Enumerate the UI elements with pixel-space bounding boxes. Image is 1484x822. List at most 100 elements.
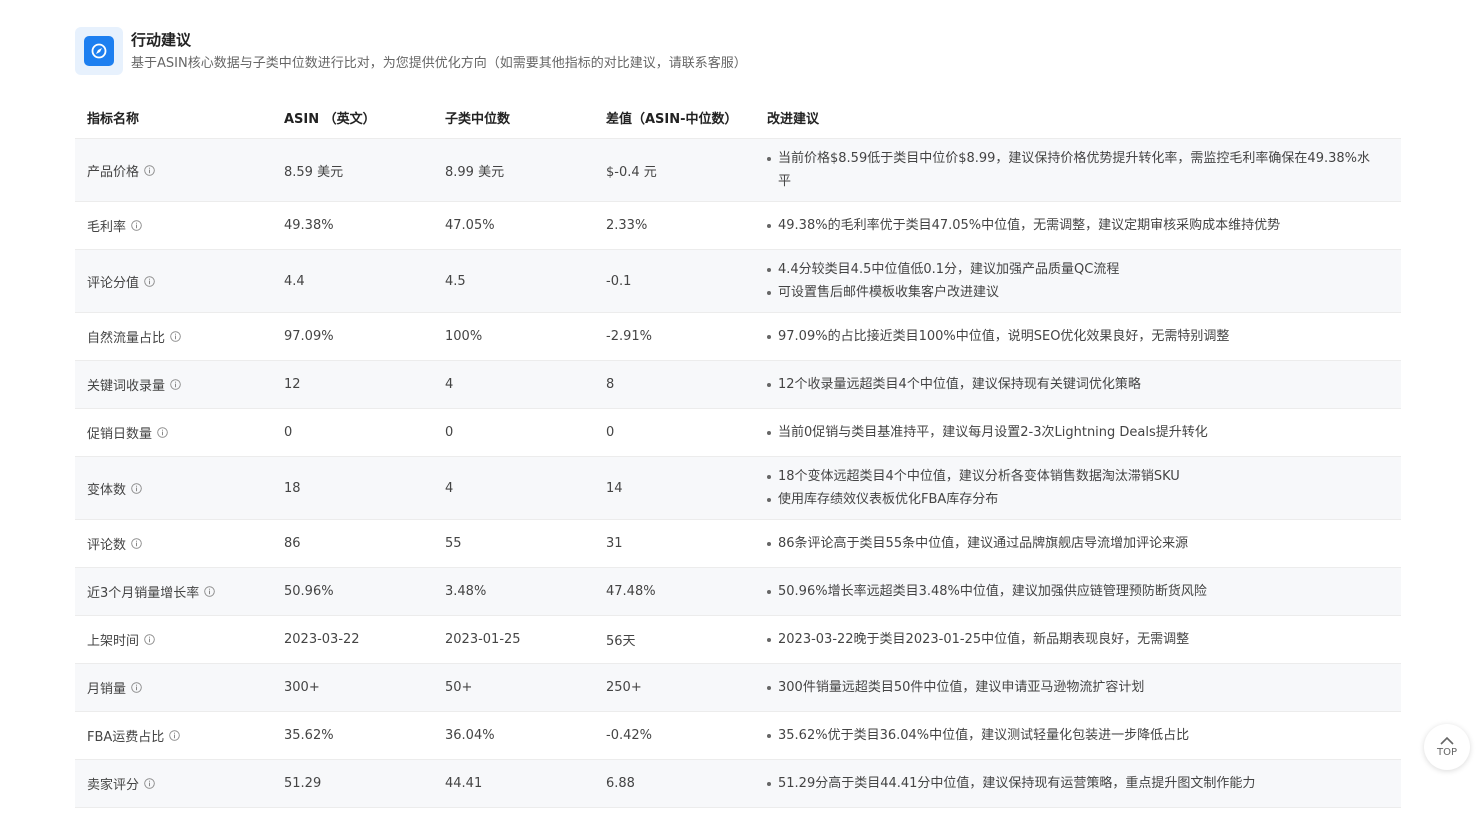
info-icon[interactable] (157, 427, 168, 438)
suggestion-list: 49.38%的毛利率优于类目47.05%中位值，无需调整，建议定期审核采购成本维… (767, 214, 1401, 237)
metric-name: 评论数 (87, 538, 127, 553)
asin-value: 8.59 美元 (272, 138, 433, 202)
diff-value: 8 (594, 360, 755, 409)
metric-cell: 产品价格 (75, 138, 272, 202)
asin-value: 49.38% (272, 201, 433, 250)
suggestion-table: 指标名称 ASIN （英文） 子类中位数 差值（ASIN-中位数） 改进建议 产… (75, 97, 1401, 808)
suggestion-item: 当前0促销与类目基准持平，建议每月设置2-3次Lightning Deals提升… (767, 421, 1381, 444)
suggestion-cell: 当前价格$8.59低于类目中位价$8.99，建议保持价格优势提升转化率，需监控毛… (755, 138, 1401, 202)
column-header-diff: 差值（ASIN-中位数） (594, 97, 755, 139)
section-logo (75, 27, 123, 75)
info-icon[interactable] (131, 682, 142, 693)
back-to-top-button[interactable]: TOP (1424, 724, 1470, 770)
diff-value: $-0.4 元 (594, 138, 755, 202)
metric-name: 毛利率 (87, 220, 127, 235)
metric-name: 促销日数量 (87, 427, 153, 442)
table-row: 评论分值 4.4 4.5 -0.1 4.4分较类目4.5中位值低0.1分，建议加强产品质… (75, 249, 1401, 313)
table-row: 自然流量占比 97.09% 100% -2.91% 97.09%的占比接近类目100%中… (75, 312, 1401, 361)
suggestion-item: 49.38%的毛利率优于类目47.05%中位值，无需调整，建议定期审核采购成本维… (767, 214, 1381, 237)
suggestion-item: 51.29分高于类目44.41分中位值，建议保持现有运营策略，重点提升图文制作能… (767, 772, 1381, 795)
suggestion-list: 4.4分较类目4.5中位值低0.1分，建议加强产品质量QC流程 可设置售后邮件模板… (767, 258, 1401, 304)
table-row: 关键词收录量 12 4 8 12个收录量远超类目4个中位值，建议保持现有关键词优化策略 (75, 360, 1401, 409)
suggestion-item: 35.62%优于类目36.04%中位值，建议测试轻量化包装进一步降低占比 (767, 724, 1381, 747)
suggestion-cell: 49.38%的毛利率优于类目47.05%中位值，无需调整，建议定期审核采购成本维… (755, 201, 1401, 250)
suggestion-item: 50.96%增长率远超类目3.48%中位值，建议加强供应链管理预防断货风险 (767, 580, 1381, 603)
metric-name: 产品价格 (87, 164, 140, 180)
metric-cell: 上架时间 (75, 615, 272, 664)
suggestion-list: 2023-03-22晚于类目2023-01-25中位值，新品期表现良好，无需调整 (767, 628, 1401, 651)
asin-value: 18 (272, 456, 433, 520)
back-to-top-label: TOP (1436, 747, 1457, 758)
suggestion-list: 35.62%优于类目36.04%中位值，建议测试轻量化包装进一步降低占比 (767, 724, 1401, 747)
metric-name: 变体数 (87, 482, 127, 498)
info-icon[interactable] (144, 275, 155, 287)
diff-value: 2.33% (594, 201, 755, 250)
info-icon[interactable] (144, 164, 155, 176)
table-row: 毛利率 49.38% 47.05% 2.33% 49.38%的毛利率优于类目47.05%… (75, 201, 1401, 250)
median-value: 3.48% (433, 567, 594, 616)
diff-value: -0.42% (594, 711, 755, 760)
table-row: 月销量 300+ 50+ 250+ 300件销量远超类目50件中位值，建议申请亚马逊物流… (75, 663, 1401, 712)
suggestion-list: 50.96%增长率远超类目3.48%中位值，建议加强供应链管理预防断货风险 (767, 580, 1401, 603)
info-icon[interactable] (169, 730, 181, 741)
section-title: 行动建议 (131, 31, 192, 49)
suggestion-cell: 2023-03-22晚于类目2023-01-25中位值，新品期表现良好，无需调整 (755, 615, 1401, 664)
info-icon[interactable] (170, 331, 181, 342)
diff-value: -2.91% (594, 312, 755, 361)
suggestion-list: 当前0促销与类目基准持平，建议每月设置2-3次Lightning Deals提升… (767, 421, 1401, 444)
info-icon[interactable] (204, 586, 216, 597)
chevron-up-icon (1440, 736, 1454, 745)
suggestion-item: 使用库存绩效仪表板优化FBA库存分布 (767, 488, 1381, 511)
suggestion-item: 97.09%的占比接近类目100%中位值，说明SEO优化效果良好，无需特别调整 (767, 325, 1381, 348)
suggestion-cell: 12个收录量远超类目4个中位值，建议保持现有关键词优化策略 (755, 360, 1401, 409)
asin-value: 51.29 (272, 759, 433, 808)
suggestion-item: 300件销量远超类目50件中位值，建议申请亚马逊物流扩容计划 (767, 676, 1381, 699)
metric-cell: 变体数 (75, 456, 272, 520)
table-row: 评论数 86 55 31 86条评论高于类目55条中位值，建议通过品牌旗舰店导流增加评论… (75, 519, 1401, 568)
diff-value: 47.48% (594, 567, 755, 616)
table-row: 卖家评分 51.29 44.41 6.88 51.29分高于类目44.41分中位值，建议… (75, 759, 1401, 808)
median-value: 100% (433, 312, 594, 361)
diff-value: 0 (594, 408, 755, 457)
table-header-row: 指标名称 ASIN （英文） 子类中位数 差值（ASIN-中位数） 改进建议 (75, 97, 1401, 139)
median-value: 4 (433, 456, 594, 520)
column-header-median: 子类中位数 (433, 97, 594, 139)
asin-value: 50.96% (272, 567, 433, 616)
median-value: 47.05% (433, 201, 594, 250)
info-icon[interactable] (131, 482, 142, 494)
diff-value: -0.1 (594, 249, 755, 313)
column-header-suggestion: 改进建议 (755, 97, 1401, 139)
median-value: 36.04% (433, 711, 594, 760)
diff-value: 14 (594, 456, 755, 520)
info-icon[interactable] (170, 379, 181, 390)
suggestion-list: 86条评论高于类目55条中位值，建议通过品牌旗舰店导流增加评论来源 (767, 532, 1401, 555)
column-header-asin: ASIN （英文） (272, 97, 433, 139)
table-row: 变体数 18 4 14 18个变体远超类目4个中位值，建议分析各变体销售数据淘汰滞销SK… (75, 456, 1401, 520)
metric-cell: 近3个月销量增长率 (75, 567, 272, 616)
median-value: 8.99 美元 (433, 138, 594, 202)
table-row: 促销日数量 0 0 0 当前0促销与类目基准持平，建议每月设置2-3次Lightning… (75, 408, 1401, 457)
metric-name: 评论分值 (87, 275, 140, 291)
suggestion-cell: 35.62%优于类目36.04%中位值，建议测试轻量化包装进一步降低占比 (755, 711, 1401, 760)
suggestion-cell: 300件销量远超类目50件中位值，建议申请亚马逊物流扩容计划 (755, 663, 1401, 712)
metric-name: 上架时间 (87, 634, 140, 649)
suggestion-item: 2023-03-22晚于类目2023-01-25中位值，新品期表现良好，无需调整 (767, 628, 1381, 651)
suggestion-cell: 50.96%增长率远超类目3.48%中位值，建议加强供应链管理预防断货风险 (755, 567, 1401, 616)
info-icon[interactable] (144, 778, 155, 789)
metric-name: 月销量 (87, 682, 127, 697)
suggestion-item: 4.4分较类目4.5中位值低0.1分，建议加强产品质量QC流程 (767, 258, 1381, 281)
info-icon[interactable] (131, 538, 142, 549)
compass-icon (84, 36, 114, 66)
info-icon[interactable] (144, 634, 155, 645)
asin-value: 86 (272, 519, 433, 568)
suggestion-item: 18个变体远超类目4个中位值，建议分析各变体销售数据淘汰滞销SKU (767, 465, 1381, 488)
table-row: 上架时间 2023-03-22 2023-01-25 56天 2023-03-22晚于类… (75, 615, 1401, 664)
info-icon[interactable] (131, 220, 142, 231)
metric-name: 卖家评分 (87, 778, 140, 793)
table-row: 近3个月销量增长率 50.96% 3.48% 47.48% 50.96%增长率远超类目3… (75, 567, 1401, 616)
median-value: 50+ (433, 663, 594, 712)
table-row: 产品价格 8.59 美元 8.99 美元 $-0.4 元当前价格$8.59低于类目中位… (75, 138, 1401, 202)
diff-value: 250+ (594, 663, 755, 712)
diff-value: 56天 (594, 615, 755, 664)
metric-cell: 关键词收录量 (75, 360, 272, 409)
